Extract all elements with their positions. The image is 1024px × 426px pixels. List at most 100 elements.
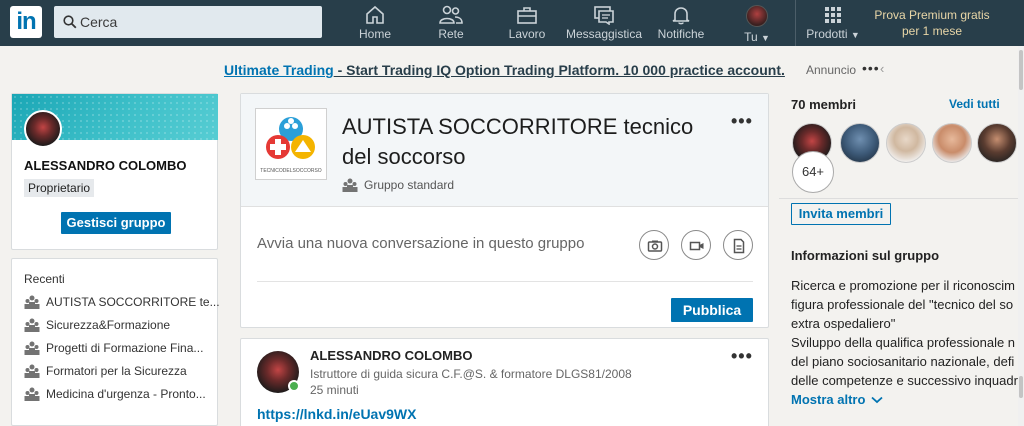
- composer-divider: [257, 281, 753, 282]
- group-icon: [24, 387, 40, 401]
- recent-item-label: AUTISTA SOCCORRITORE te...: [46, 295, 220, 309]
- recent-item-label: Progetti di Formazione Fina...: [46, 341, 204, 355]
- recent-item-label: Sicurezza&Formazione: [46, 318, 171, 332]
- camera-icon: [647, 240, 663, 252]
- post-author-name[interactable]: ALESSANDRO COLOMBO: [310, 348, 473, 363]
- grid-icon: [825, 7, 841, 23]
- group-icon: [24, 364, 40, 378]
- top-nav-bar: in Home Rete Lavoro: [0, 0, 1024, 46]
- publish-button[interactable]: Pubblica: [671, 298, 753, 322]
- nav-notifications-label: Notifiche: [657, 27, 705, 41]
- profile-avatar[interactable]: [24, 110, 62, 148]
- photo-button[interactable]: [639, 230, 669, 260]
- ad-description[interactable]: - Start Trading IQ Option Trading Platfo…: [334, 62, 785, 78]
- see-all-link[interactable]: Vedi tutti: [949, 97, 1000, 111]
- description-line: del piano sociosanitario nazionale, defi: [791, 354, 1015, 369]
- description-line: figura professionale del "tecnico del so: [791, 297, 1014, 312]
- composer-input[interactable]: Avvia una nuova conversazione in questo …: [257, 235, 584, 252]
- members-divider: [779, 198, 1024, 199]
- group-logo[interactable]: TECNICODELSOCCORSO: [255, 108, 327, 180]
- profile-card: ALESSANDRO COLOMBO Proprietario Gestisci…: [11, 93, 218, 250]
- recent-card: Recenti AUTISTA SOCCORRITORE te... Sicur…: [11, 258, 220, 426]
- home-icon: [366, 5, 384, 24]
- recent-title: Recenti: [24, 272, 65, 286]
- recent-item-label: Formatori per la Sicurezza: [46, 364, 187, 378]
- nav-network-label: Rete: [438, 27, 464, 41]
- member-avatar[interactable]: [840, 123, 880, 163]
- caret-down-icon: ▼: [850, 30, 860, 40]
- bell-icon: [672, 7, 690, 25]
- post-author-headline: Istruttore di guida sicura C.F.@S. & for…: [310, 367, 632, 381]
- nav-messaging-label: Messaggistica: [565, 27, 643, 41]
- nav-notifications[interactable]: Notifiche: [655, 0, 707, 46]
- nav-products-label: Prodotti: [806, 27, 848, 41]
- search-input[interactable]: [80, 6, 316, 38]
- me-avatar: [746, 5, 768, 27]
- chevron-down-icon: [871, 396, 883, 404]
- group-info-title: Informazioni sul gruppo: [791, 248, 940, 263]
- role-badge: Proprietario: [24, 179, 95, 197]
- post-more-icon[interactable]: •••: [731, 347, 753, 365]
- online-status-dot: [288, 380, 300, 392]
- nav-jobs[interactable]: Lavoro: [507, 0, 547, 46]
- document-button[interactable]: [723, 230, 753, 260]
- premium-trial-link[interactable]: Prova Premium gratis per 1 mese: [868, 7, 996, 39]
- nav-jobs-label: Lavoro: [508, 27, 546, 41]
- nav-network[interactable]: Rete: [432, 0, 470, 46]
- ad-text[interactable]: Ultimate Trading - Start Trading IQ Opti…: [224, 62, 785, 78]
- group-logo-caption: TECNICODELSOCCORSO: [260, 168, 322, 174]
- invite-members-button[interactable]: Invita membri: [791, 203, 891, 225]
- nav-divider: [795, 0, 796, 46]
- ad-banner: Ultimate Trading - Start Trading IQ Opti…: [0, 60, 1024, 80]
- description-line: extra ospedaliero": [791, 316, 896, 331]
- ad-link[interactable]: Ultimate Trading: [224, 62, 334, 78]
- members-count: 70 membri: [791, 97, 857, 112]
- nav-products[interactable]: Prodotti ▼: [804, 0, 862, 46]
- show-more-label: Mostra altro: [791, 392, 866, 407]
- ad-tag: Annuncio: [806, 63, 857, 77]
- profile-name[interactable]: ALESSANDRO COLOMBO: [24, 158, 187, 173]
- search-icon: [63, 15, 77, 29]
- search-box[interactable]: [54, 6, 322, 38]
- post-card: ALESSANDRO COLOMBO Istruttore di guida s…: [240, 338, 769, 426]
- group-type-label: Gruppo standard: [364, 178, 455, 192]
- group-icon: [342, 178, 358, 192]
- group-title: AUTISTA SOCCORRITORE tecnico del soccors…: [342, 114, 694, 169]
- network-icon: [439, 5, 463, 24]
- nav-messaging[interactable]: Messaggistica: [565, 0, 643, 46]
- post-link[interactable]: https://lnkd.in/eUav9WX: [257, 406, 416, 422]
- group-card: TECNICODELSOCCORSO AUTISTA SOCCORRITORE …: [240, 93, 769, 328]
- linkedin-logo[interactable]: in: [10, 6, 42, 38]
- ad-chevron-icon[interactable]: ‹: [880, 61, 884, 76]
- premium-line-2: per 1 mese: [901, 24, 963, 38]
- post-time: 25 minuti: [310, 383, 359, 397]
- video-button[interactable]: [681, 230, 711, 260]
- header-divider: [241, 206, 768, 207]
- group-more-icon[interactable]: •••: [731, 112, 753, 130]
- recent-item-label: Medicina d'urgenza - Pronto...: [46, 387, 206, 401]
- nav-products-label-wrap: Prodotti ▼: [804, 27, 862, 41]
- scrollbar-thumb[interactable]: [1019, 50, 1023, 90]
- document-icon: [733, 238, 745, 254]
- scrollbar[interactable]: [1018, 46, 1024, 426]
- nav-home[interactable]: Home: [356, 0, 394, 46]
- nav-me[interactable]: Tu ▼: [740, 0, 774, 46]
- group-logo-image: TECNICODELSOCCORSO: [260, 117, 322, 174]
- ad-more-icon[interactable]: •••: [862, 60, 880, 76]
- group-icon: [24, 295, 40, 309]
- more-members-count[interactable]: 64+: [792, 151, 834, 193]
- messaging-icon: [594, 6, 614, 25]
- group-icon: [24, 318, 40, 332]
- premium-line-1: Prova Premium gratis: [874, 8, 990, 22]
- member-avatar[interactable]: [977, 123, 1017, 163]
- caret-down-icon: ▼: [760, 33, 770, 43]
- group-description: Ricerca e promozione per il riconoscim f…: [791, 276, 1019, 388]
- description-line: Sviluppo della qualifica professionale n: [791, 335, 1016, 350]
- show-more-link[interactable]: Mostra altro: [791, 392, 883, 407]
- member-avatar[interactable]: [886, 123, 926, 163]
- manage-group-button[interactable]: Gestisci gruppo: [61, 212, 171, 234]
- scrollbar-thumb-lower[interactable]: [1019, 376, 1023, 398]
- group-icon: [24, 341, 40, 355]
- member-avatar[interactable]: [932, 123, 972, 163]
- description-line: Ricerca e promozione per il riconoscim: [791, 278, 1015, 293]
